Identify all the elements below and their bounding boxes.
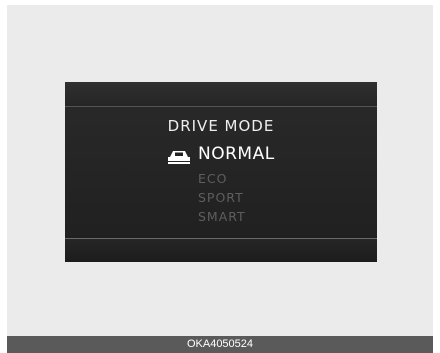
cluster-display: DRIVE MODE NORMAL ECO SPORT SMART xyxy=(65,82,377,262)
drive-mode-option-smart[interactable]: SMART xyxy=(198,209,246,224)
display-bottom-band xyxy=(65,238,377,262)
car-icon xyxy=(168,151,190,164)
drive-mode-title: DRIVE MODE xyxy=(167,117,275,135)
figure-code-caption: OKA4050524 xyxy=(7,336,433,353)
display-top-band xyxy=(65,82,377,107)
display-divider xyxy=(65,106,377,107)
drive-mode-option-eco[interactable]: ECO xyxy=(198,171,227,186)
drive-mode-option-normal[interactable]: NORMAL xyxy=(198,144,275,164)
drive-mode-option-sport[interactable]: SPORT xyxy=(198,190,244,205)
